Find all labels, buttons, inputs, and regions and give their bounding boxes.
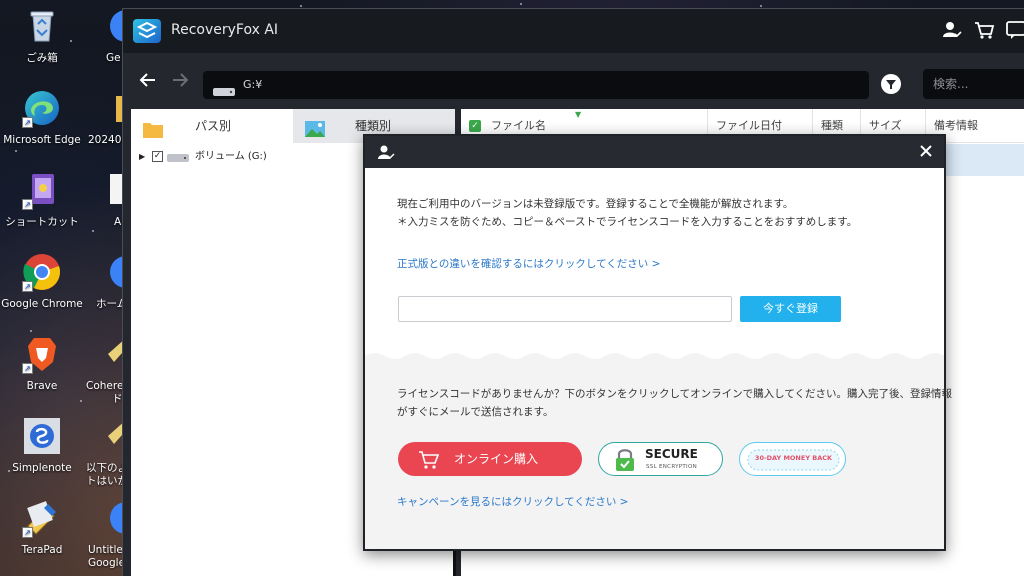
- path-text: G:¥: [243, 78, 263, 91]
- search-input[interactable]: 検索...: [923, 69, 1024, 99]
- desktop-icon-simplenote[interactable]: Simplenote: [0, 416, 84, 475]
- desktop-icon-chrome[interactable]: ↗ Google Chrome: [0, 252, 84, 311]
- user-check-icon: [377, 144, 395, 160]
- register-now-button[interactable]: 今すぐ登録: [740, 296, 841, 322]
- toolbar: G:¥ 検索...: [123, 53, 1024, 111]
- star: [760, 5, 762, 7]
- column-label: 種類: [821, 119, 843, 132]
- volume-checkbox[interactable]: ✓: [152, 151, 163, 162]
- desktop-icon-terapad[interactable]: ↗ TeraPad: [0, 498, 84, 557]
- desktop-icon-label: ド: [112, 393, 123, 405]
- registration-dialog: 現在ご利用中のバージョンは未登録版です。登録することで全機能が解放されます。 ＊…: [363, 134, 952, 551]
- star: [80, 400, 82, 402]
- desktop-icon-label: 以下のよ: [86, 462, 126, 474]
- copy-paste-note: ＊入力ミスを防ぐため、コピー＆ペーストでライセンスコードを入力することをおすすめ…: [397, 216, 858, 228]
- desktop-icon-recycle-bin[interactable]: ごみ箱: [0, 6, 84, 65]
- star: [300, 5, 302, 7]
- desktop-icon-label: Google: [88, 557, 126, 569]
- license-code-input[interactable]: [398, 296, 732, 322]
- recycle-bin-icon: [22, 6, 62, 46]
- desktop-icon-label: TeraPad: [21, 544, 63, 556]
- tab-by-path[interactable]: パス別: [131, 109, 291, 143]
- edge-icon: ↗: [22, 88, 62, 128]
- tab-label: パス別: [195, 119, 232, 133]
- desktop-icon-edge[interactable]: ↗ Microsoft Edge: [0, 88, 84, 147]
- desktop-icon-partial[interactable]: Cohere ド: [86, 334, 126, 406]
- desktop-icon-shortcut[interactable]: ↗ ショートカット: [0, 170, 84, 229]
- shortcut-arrow-icon: ↗: [22, 117, 33, 128]
- app-title: RecoveryFox AI: [171, 22, 279, 38]
- money-back-badge: 30-DAY MONEY BACK: [739, 442, 846, 476]
- shortcut-arrow-icon: ↗: [22, 363, 33, 374]
- desktop-icon-label: Cohere: [86, 380, 124, 392]
- shortcut-icon: ↗: [22, 170, 62, 210]
- buy-online-label: オンライン購入: [454, 452, 539, 466]
- cart-icon[interactable]: [973, 19, 995, 41]
- desktop-icon-partial[interactable]: 以下のよ トはいか: [86, 416, 126, 488]
- shortcut-arrow-icon: ↗: [22, 199, 33, 210]
- path-bar[interactable]: G:¥: [203, 71, 869, 99]
- secure-title: SECURE: [645, 447, 698, 461]
- folder-icon: [143, 117, 163, 138]
- no-license-text: ライセンスコードがありませんか？下のボタンをクリックしてオンラインで購入してくだ…: [397, 388, 953, 400]
- expand-arrow-icon[interactable]: ▶: [139, 149, 145, 165]
- desktop-icon-label: Ge: [106, 52, 121, 64]
- chat-icon[interactable]: [1005, 19, 1024, 41]
- select-all-checkbox[interactable]: ✓: [469, 120, 481, 132]
- buy-online-button[interactable]: オンライン購入: [398, 442, 582, 476]
- desktop-icon-label: A: [114, 216, 122, 228]
- desktop-icon-label: トはいか: [86, 475, 126, 487]
- desktop-icon-label: Simplenote: [12, 462, 72, 474]
- no-license-text: がすぐにメールで送信されます。: [397, 406, 554, 418]
- desktop-icon-label: ショートカット: [5, 216, 79, 228]
- desktop-icon-label: Microsoft Edge: [3, 134, 81, 146]
- unregistered-notice: 現在ご利用中のバージョンは未登録版です。登録することで全機能が解放されます。: [397, 198, 794, 210]
- chrome-icon: ↗: [22, 252, 62, 292]
- column-label: サイズ: [869, 119, 902, 132]
- ssl-secure-badge: SECURE SSL ENCRYPTION: [598, 442, 723, 476]
- divider: [453, 551, 456, 576]
- drive-icon: [213, 80, 235, 96]
- lock-icon: [615, 448, 635, 472]
- campaign-link[interactable]: キャンペーンを見るにはクリックしてください >: [397, 494, 628, 509]
- account-icon[interactable]: [941, 19, 963, 41]
- money-back-text: 30-DAY MONEY BACK: [754, 454, 833, 462]
- column-label: ファイル日付: [716, 119, 782, 132]
- star: [30, 330, 32, 332]
- filter-icon[interactable]: [880, 73, 902, 95]
- column-label: ファイル名: [491, 119, 546, 132]
- tree-item-label: ボリューム (G:): [195, 151, 267, 162]
- desktop-icon-brave[interactable]: ↗ Brave: [0, 334, 84, 393]
- dialog-upper-section: 現在ご利用中のバージョンは未登録版です。登録することで全機能が解放されます。 ＊…: [365, 168, 944, 358]
- drive-icon: [167, 153, 189, 162]
- dialog-lower-section: ライセンスコードがありませんか？下のボタンをクリックしてオンラインで購入してくだ…: [365, 364, 952, 549]
- close-icon[interactable]: [918, 143, 934, 159]
- shortcut-arrow-icon: ↗: [22, 527, 33, 538]
- desktop-icon-label: Google Chrome: [1, 298, 83, 310]
- image-icon: [305, 117, 325, 137]
- compare-versions-link[interactable]: 正式版との違いを確認するにはクリックしてください >: [397, 256, 660, 271]
- forward-arrow-icon[interactable]: [169, 69, 191, 91]
- terapad-icon: ↗: [22, 498, 62, 538]
- star: [15, 150, 17, 152]
- desktop-icon-label: Brave: [26, 380, 58, 392]
- desktop-icon-label: ごみ箱: [26, 52, 58, 64]
- column-label: 備考情報: [934, 119, 978, 132]
- star: [520, 3, 522, 5]
- shortcut-arrow-icon: ↗: [22, 281, 33, 292]
- app-logo-icon: [133, 19, 161, 43]
- simplenote-icon: [22, 416, 62, 456]
- cart-icon: [418, 449, 440, 469]
- back-arrow-icon[interactable]: [137, 69, 159, 91]
- star: [92, 230, 94, 232]
- dialog-header[interactable]: [365, 136, 944, 168]
- secure-subtitle: SSL ENCRYPTION: [646, 464, 697, 470]
- brave-icon: ↗: [22, 334, 62, 374]
- title-bar[interactable]: RecoveryFox AI: [123, 9, 1024, 53]
